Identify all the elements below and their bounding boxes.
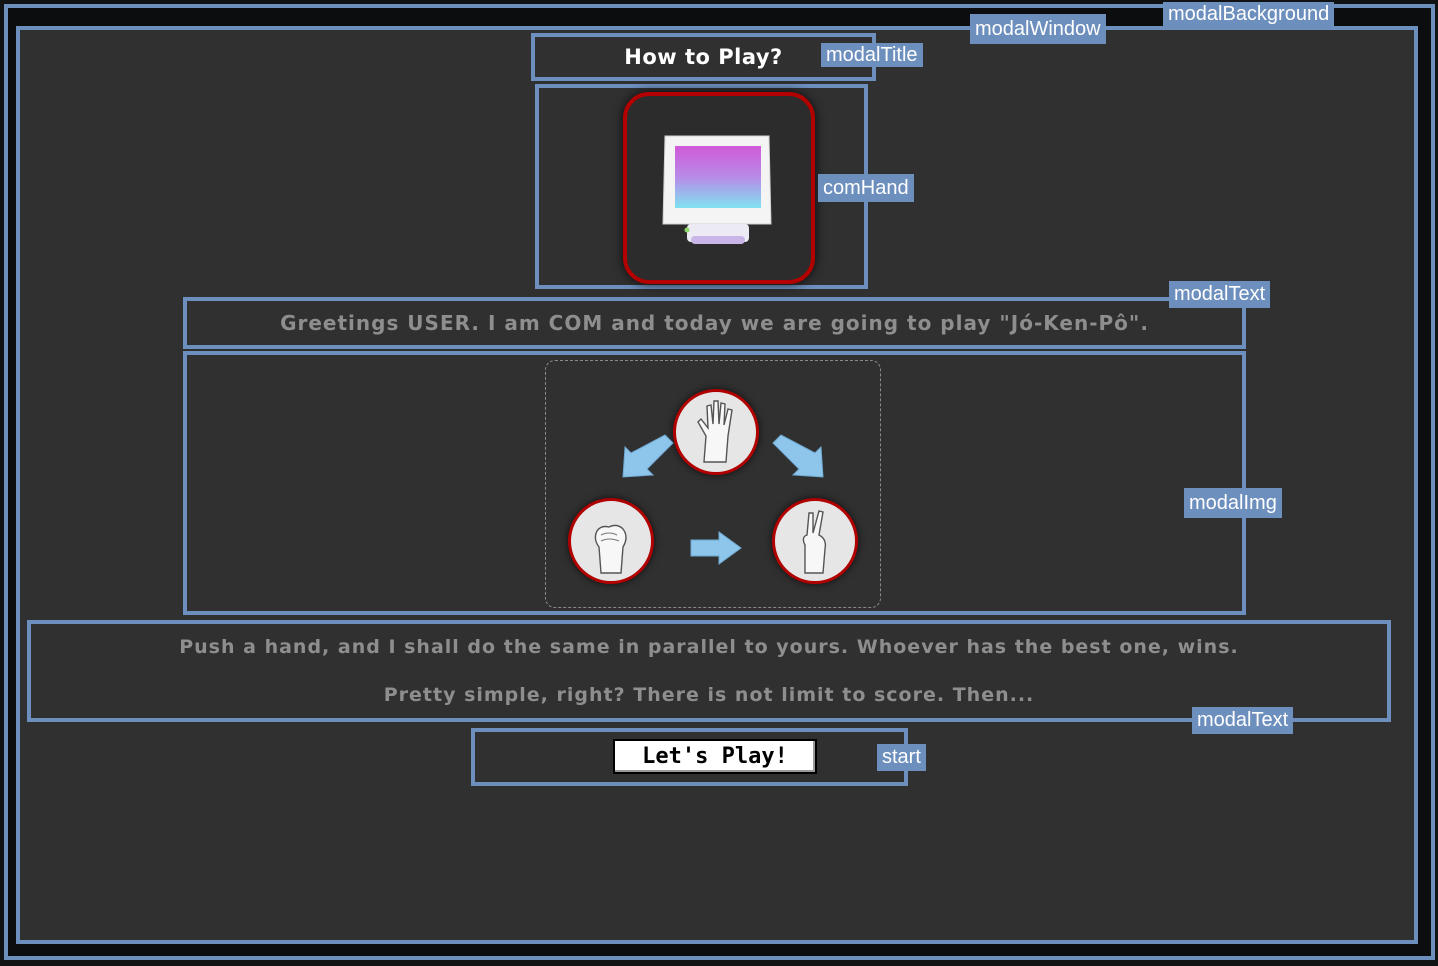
annotation-label-modal-window: modalWindow (970, 14, 1106, 44)
annotation-label-modal-title: modalTitle (821, 43, 923, 67)
scissors-hand-icon (772, 498, 858, 584)
rules-line-1: Push a hand, and I shall do the same in … (179, 636, 1239, 658)
modal-image (183, 351, 1246, 615)
cycle-arrow-icon (622, 434, 674, 478)
computer-monitor-icon (662, 135, 772, 244)
annotation-label-modal-img: modalImg (1184, 488, 1282, 518)
paper-hand-icon (673, 389, 759, 475)
cycle-arrow-icon (772, 434, 824, 478)
annotation-label-start: start (877, 744, 926, 771)
annotation-label-com-hand: comHand (818, 174, 914, 202)
rules-line-2: Pretty simple, right? There is not limit… (383, 684, 1035, 706)
start-container: Let's Play! (471, 728, 908, 786)
rock-hand-icon (568, 498, 654, 584)
greeting-text: Greetings USER. I am COM and today we ar… (280, 311, 1149, 335)
annotation-label-modal-background: modalBackground (1163, 2, 1335, 26)
modal-text-greeting: Greetings USER. I am COM and today we ar… (183, 297, 1246, 349)
modal-text-rules: Push a hand, and I shall do the same in … (27, 620, 1391, 722)
annotation-label-modal-text: modalText (1192, 707, 1294, 734)
start-button[interactable]: Let's Play! (613, 739, 817, 774)
cycle-arrow-icon (690, 531, 742, 565)
com-hand-frame (623, 92, 815, 284)
annotation-label-modal-text: modalText (1169, 281, 1271, 308)
